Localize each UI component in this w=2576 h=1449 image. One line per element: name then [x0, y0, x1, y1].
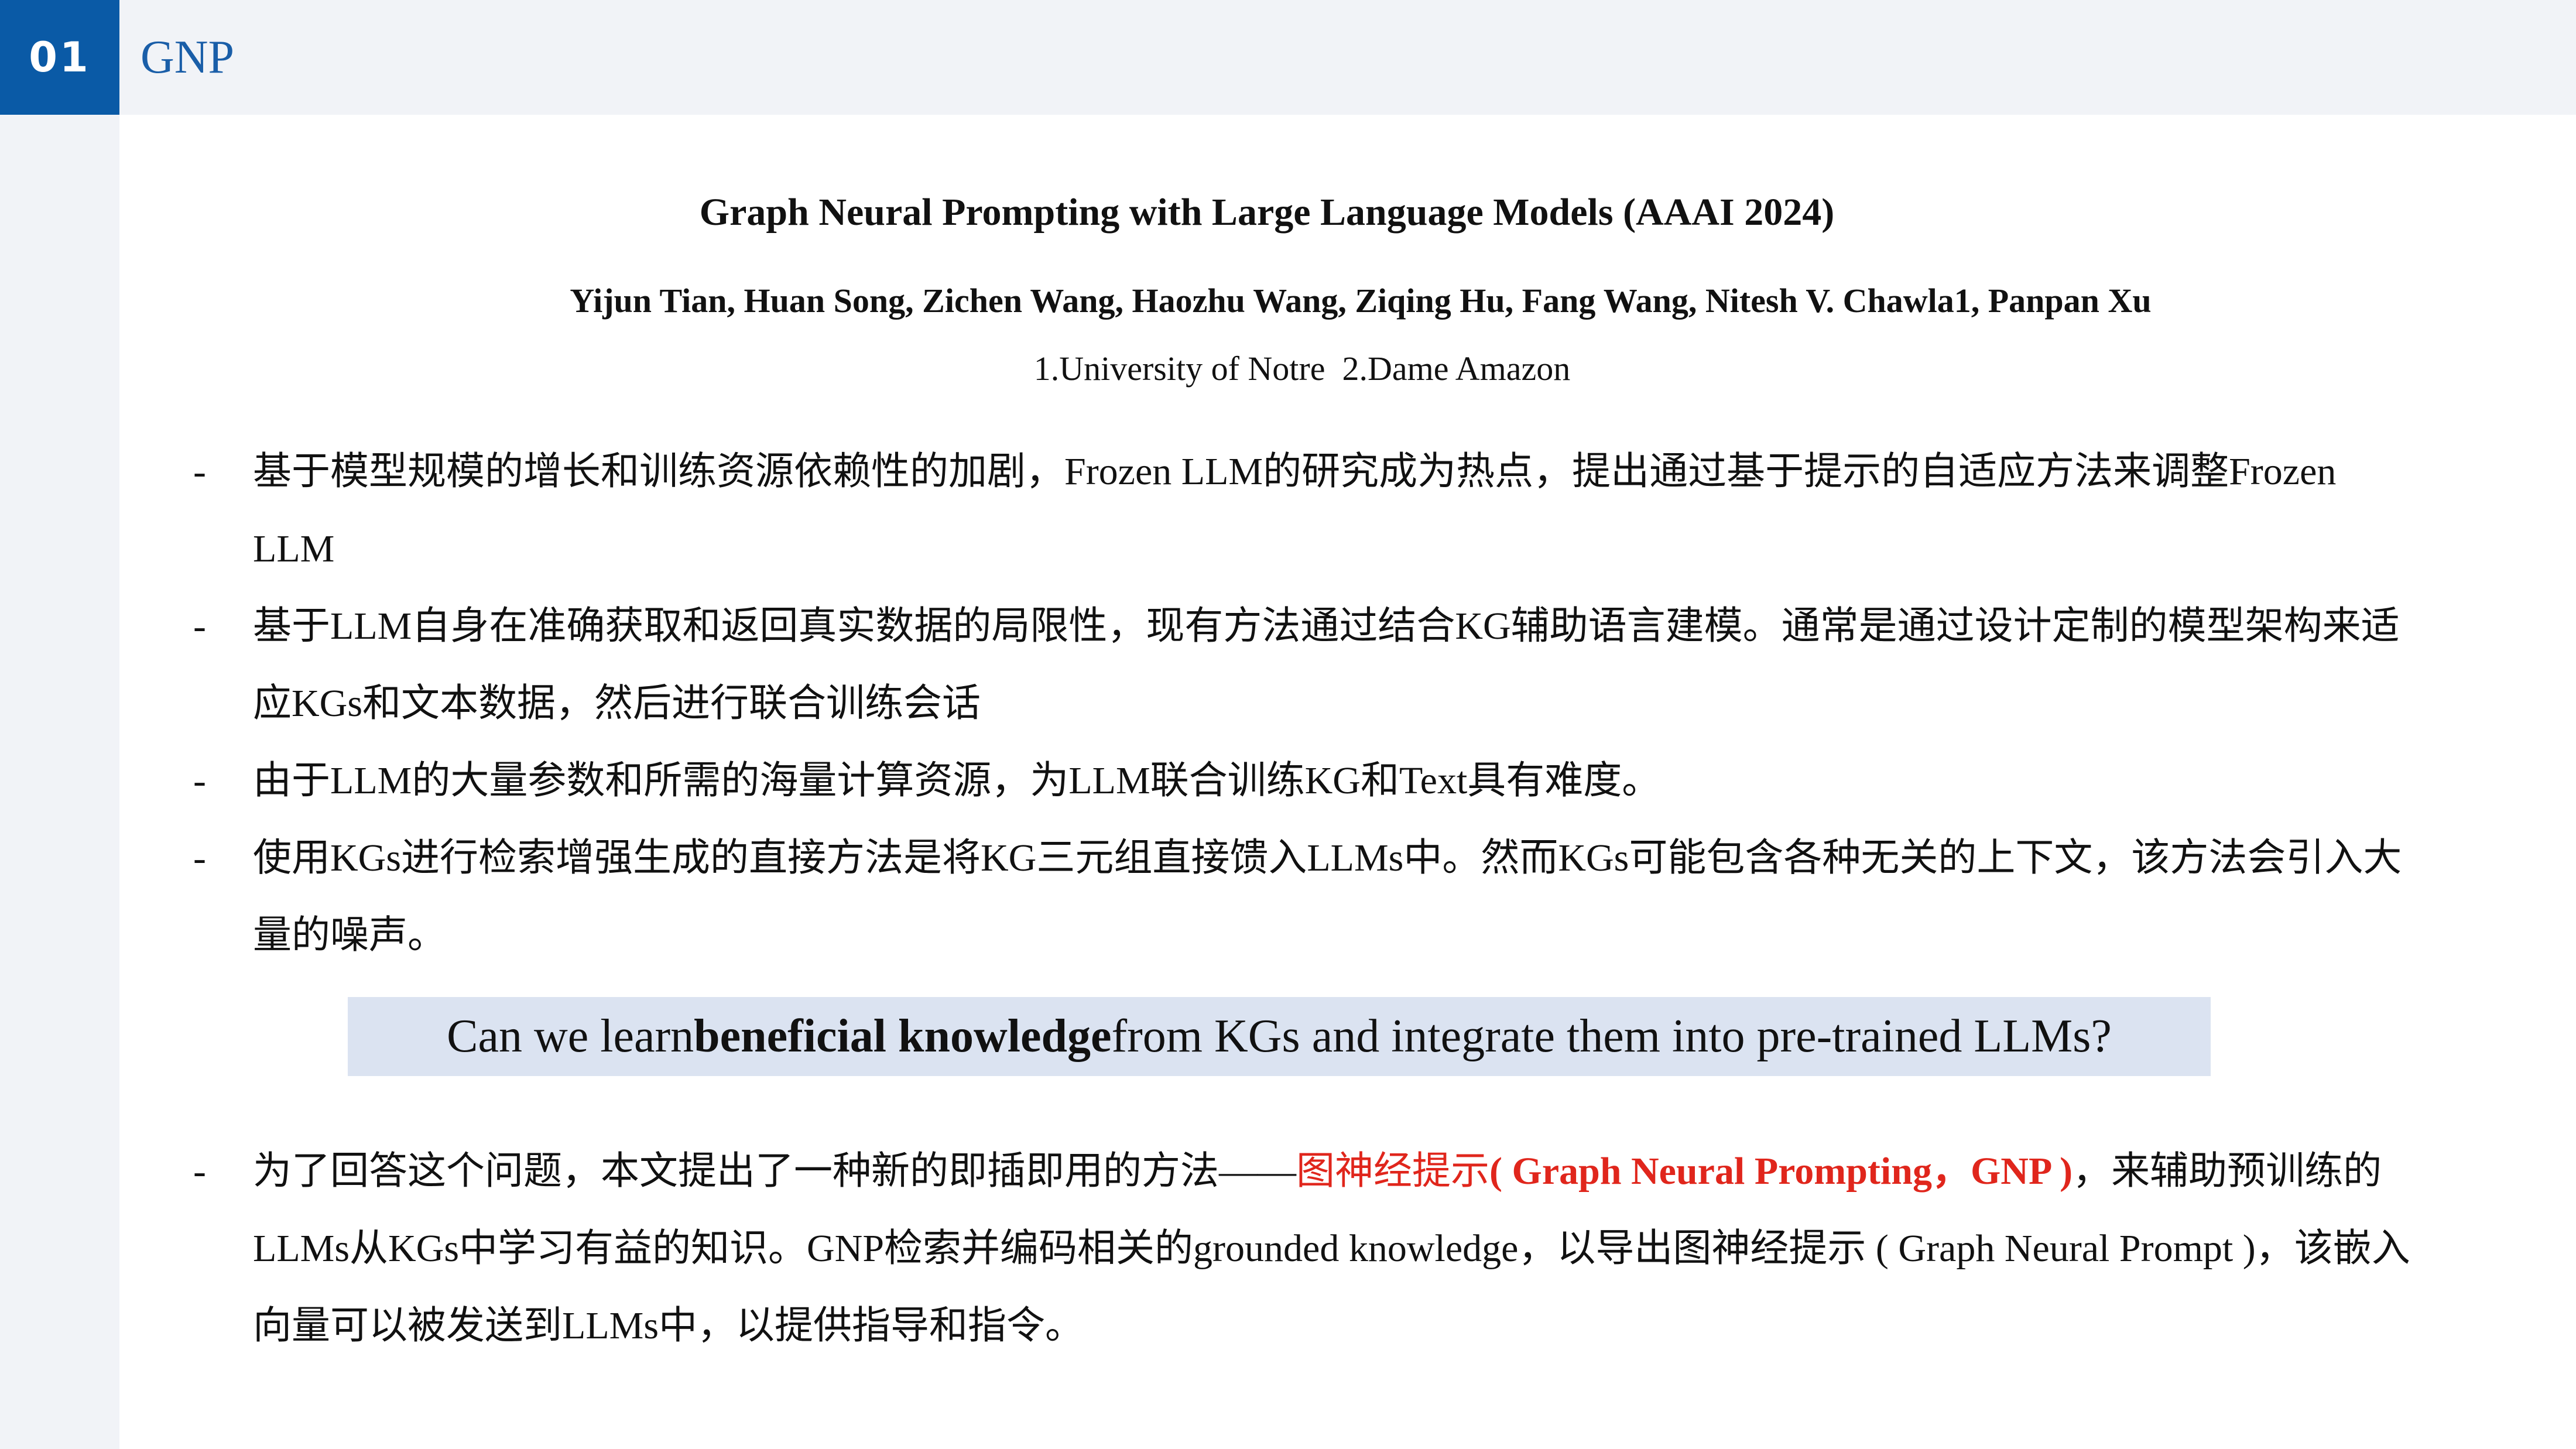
bullet-text: 基于LLM自身在准确获取和返回真实数据的局限性，现有方法通过结合KG辅助语言建模…	[253, 605, 2400, 725]
bullet-list: - 基于模型规模的增长和训练资源依赖性的加剧，Frozen LLM的研究成为热点…	[187, 433, 2412, 974]
bullet-dash: -	[193, 837, 206, 879]
question-text-before: Can we learn	[447, 1010, 694, 1062]
bullet-item: - 基于LLM自身在准确获取和返回真实数据的局限性，现有方法通过结合KG辅助语言…	[187, 588, 2412, 742]
paper-affiliations: 1.University of Notre 2.Dame Amazon	[1033, 350, 1571, 388]
conclusion-bullet-list: - 为了回答这个问题，本文提出了一种新的即插即用的方法——图神经提示( Grap…	[187, 1133, 2412, 1365]
bullet-item: - 由于LLM的大量参数和所需的海量计算资源，为LLM联合训练KG和Text具有…	[187, 742, 2412, 820]
method-name-en: ( Graph Neural Prompting，GNP )	[1489, 1150, 2073, 1193]
bullet-dash: -	[193, 1150, 206, 1193]
bullet-item: - 为了回答这个问题，本文提出了一种新的即插即用的方法——图神经提示( Grap…	[187, 1133, 2412, 1365]
method-name-cn: 图神经提示	[1296, 1150, 1489, 1193]
header-bar	[0, 0, 2576, 115]
left-margin-strip	[0, 115, 119, 1449]
research-question-box: Can we learn beneficial knowledge from K…	[348, 997, 2211, 1076]
paper-authors: Yijun Tian, Huan Song, Zichen Wang, Haoz…	[570, 282, 2152, 320]
paper-title: Graph Neural Prompting with Large Langua…	[699, 191, 1835, 234]
bullet-text: 由于LLM的大量参数和所需的海量计算资源，为LLM联合训练KG和Text具有难度…	[253, 759, 1661, 802]
section-title: GNP	[141, 31, 235, 83]
bullet-text: 使用KGs进行检索增强生成的直接方法是将KG三元组直接馈入LLMs中。然而KGs…	[253, 837, 2402, 957]
bullet-dash: -	[193, 605, 206, 648]
bullet-dash: -	[193, 759, 206, 802]
bullet-text: 基于模型规模的增长和训练资源依赖性的加剧，Frozen LLM的研究成为热点，提…	[253, 450, 2337, 570]
bullet-dash: -	[193, 450, 206, 493]
bullet-item: - 基于模型规模的增长和训练资源依赖性的加剧，Frozen LLM的研究成为热点…	[187, 433, 2412, 588]
bullet-item: - 使用KGs进行检索增强生成的直接方法是将KG三元组直接馈入LLMs中。然而K…	[187, 820, 2412, 974]
highlight-method-name: 图神经提示( Graph Neural Prompting，GNP )	[1296, 1150, 2073, 1193]
question-text-after: from KGs and integrate them into pre-tra…	[1111, 1010, 2112, 1062]
question-bold-phrase: beneficial knowledge	[694, 1010, 1112, 1062]
bullet-text-before: 为了回答这个问题，本文提出了一种新的即插即用的方法——	[253, 1150, 1296, 1193]
section-number-badge: 01	[0, 0, 119, 115]
